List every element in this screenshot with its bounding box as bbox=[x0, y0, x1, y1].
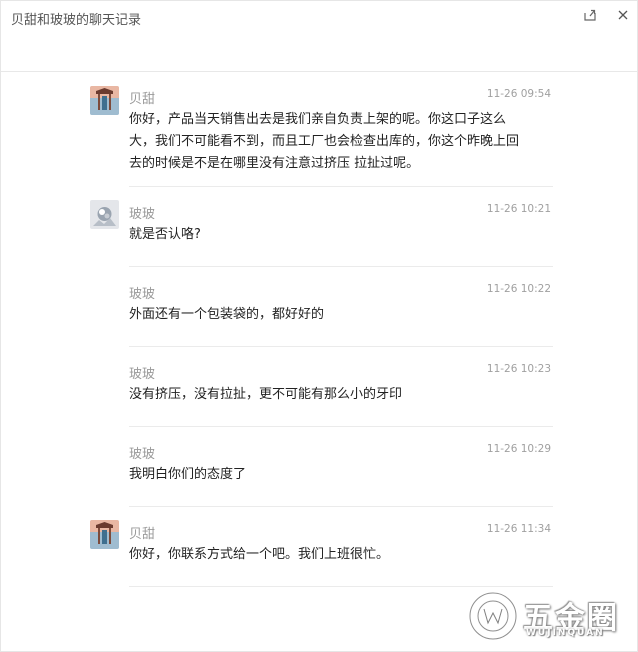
sender-name: 玻玻 bbox=[129, 367, 156, 382]
divider bbox=[129, 346, 553, 347]
sender-name: 玻玻 bbox=[129, 447, 156, 462]
window-title: 贝甜和玻玻的聊天记录 bbox=[11, 13, 142, 28]
sender-name: 玻玻 bbox=[129, 287, 156, 302]
message-text: 你好，产品当天销售出去是我们亲自负责上架的呢。你这口子这么大，我们不可能看不到，… bbox=[129, 112, 520, 171]
divider bbox=[129, 506, 553, 507]
title-bar: 贝甜和玻玻的聊天记录 bbox=[1, 1, 637, 72]
divider bbox=[129, 426, 553, 427]
close-icon[interactable] bbox=[614, 6, 632, 24]
divider bbox=[129, 266, 553, 267]
message-time: 11-26 10:22 bbox=[486, 283, 551, 295]
divider bbox=[129, 586, 553, 587]
message-text: 外面还有一个包装袋的，都好好的 bbox=[129, 307, 325, 322]
sender-name: 贝甜 bbox=[129, 527, 156, 542]
message-text: 你好，你联系方式给一个吧。我们上班很忙。 bbox=[129, 547, 390, 562]
message-time: 11-26 09:54 bbox=[486, 88, 551, 100]
message-time: 11-26 11:34 bbox=[486, 523, 551, 535]
message-time: 11-26 10:23 bbox=[486, 363, 551, 375]
chat-history-window: 贝甜和玻玻的聊天记录 贝甜 11-26 09:54 你好，产品当天销售出去是我们… bbox=[0, 0, 638, 652]
avatar bbox=[90, 520, 119, 549]
message-text: 就是否认咯? bbox=[129, 227, 201, 242]
sender-name: 玻玻 bbox=[129, 207, 156, 222]
avatar bbox=[90, 200, 119, 229]
message-text: 我明白你们的态度了 bbox=[129, 467, 247, 482]
sender-name: 贝甜 bbox=[129, 92, 156, 107]
watermark-subtext: WUJINQUAN bbox=[526, 628, 605, 638]
message-time: 11-26 10:29 bbox=[486, 443, 551, 455]
divider bbox=[129, 186, 553, 187]
avatar bbox=[90, 86, 119, 115]
message-time: 11-26 10:21 bbox=[486, 203, 551, 215]
watermark: 五金圈 WUJINQUAN bbox=[466, 589, 626, 645]
watermark-logo-icon bbox=[467, 590, 519, 642]
share-icon[interactable] bbox=[581, 6, 599, 24]
message-text: 没有挤压，没有拉扯，更不可能有那么小的牙印 bbox=[129, 387, 403, 402]
